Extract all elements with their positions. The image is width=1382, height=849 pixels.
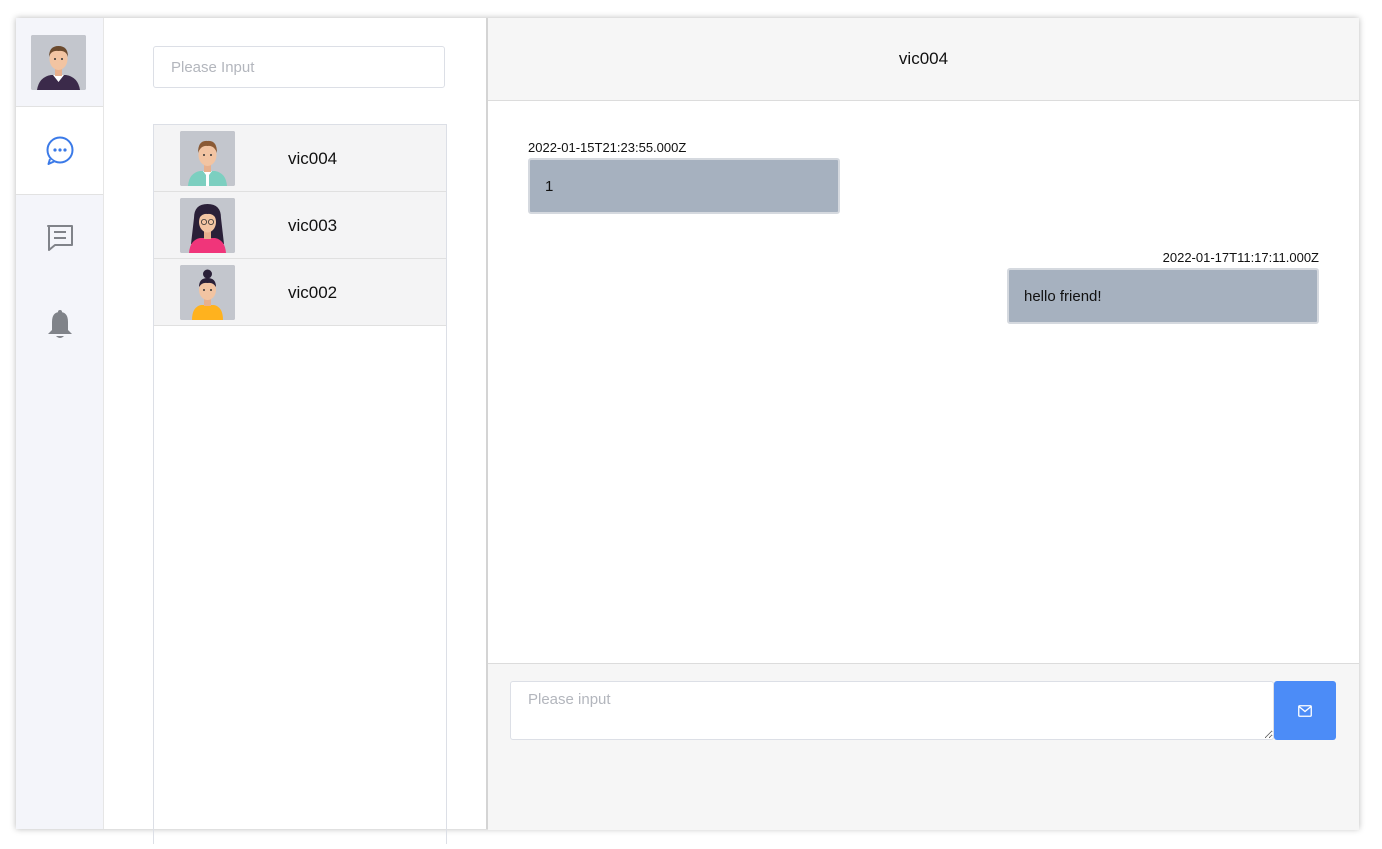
chat-bubble-icon (46, 136, 73, 165)
contact-name: vic002 (288, 283, 338, 302)
nav-rail (16, 18, 104, 829)
bell-icon (47, 309, 72, 338)
contact-name: vic004 (288, 149, 338, 168)
send-button[interactable] (1274, 681, 1336, 740)
chat-title: vic004 (898, 49, 949, 68)
contact-avatar (180, 131, 235, 186)
nav-messages[interactable] (16, 194, 103, 281)
message-timestamp: 2022-01-17T11:17:11.000Z (1162, 250, 1319, 265)
message-bubble: 1 (528, 158, 840, 214)
chat-panel: vic004 2022-01-15T21:23:55.000Z 1 2022-0… (486, 18, 1359, 830)
message-bubble: hello friend! (1007, 268, 1319, 324)
nav-notifications[interactable] (16, 281, 103, 368)
contact-item[interactable]: vic004 (154, 125, 446, 192)
search-input[interactable] (153, 46, 445, 88)
chat-header: vic004 (488, 18, 1359, 101)
chat-app: vic004 vic003 (16, 18, 1359, 844)
contact-item[interactable]: vic002 (154, 259, 446, 326)
message-input[interactable] (510, 681, 1274, 740)
contact-avatar (180, 265, 235, 320)
message-composer (488, 663, 1359, 830)
contacts-panel: vic004 vic003 (104, 18, 487, 844)
contact-list: vic004 vic003 vic002 (153, 124, 447, 844)
contact-item[interactable]: vic003 (154, 192, 446, 259)
message-timestamp: 2022-01-15T21:23:55.000Z (528, 140, 687, 155)
contact-avatar (180, 198, 235, 253)
message-text: 1 (545, 177, 554, 195)
message-text: hello friend! (1024, 287, 1102, 305)
user-avatar[interactable] (31, 35, 86, 90)
contact-name: vic003 (288, 216, 338, 235)
envelope-icon (1298, 704, 1312, 717)
nav-chats[interactable] (16, 106, 103, 195)
message-icon (46, 224, 73, 251)
